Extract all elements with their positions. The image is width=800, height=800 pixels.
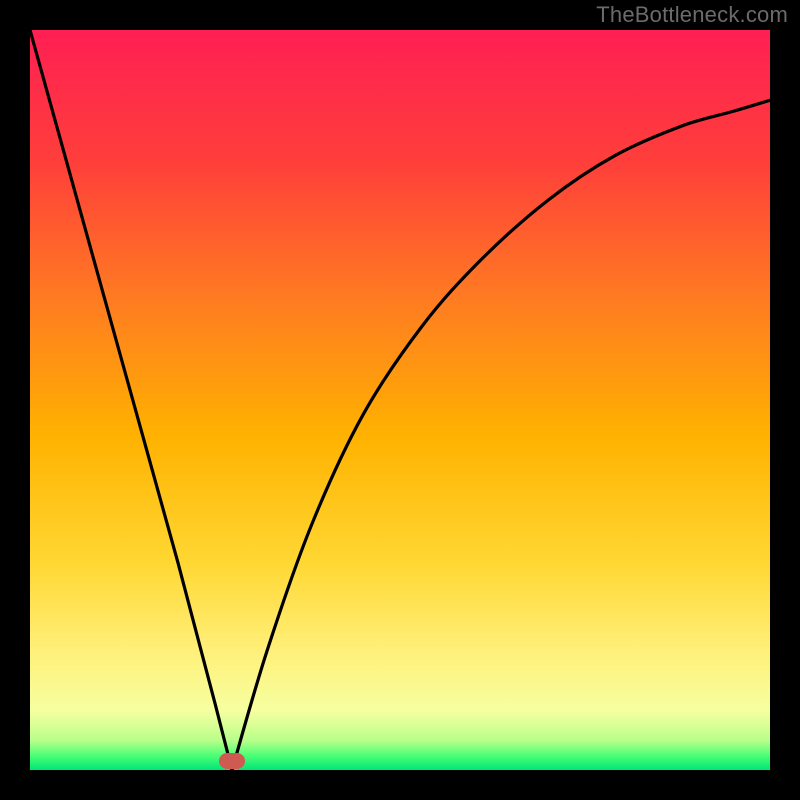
optimum-marker <box>219 753 245 769</box>
bottleneck-curve <box>30 30 770 770</box>
curve-path <box>30 30 770 770</box>
watermark-text: TheBottleneck.com <box>596 2 788 28</box>
plot-area <box>30 30 770 770</box>
chart-frame: TheBottleneck.com <box>0 0 800 800</box>
